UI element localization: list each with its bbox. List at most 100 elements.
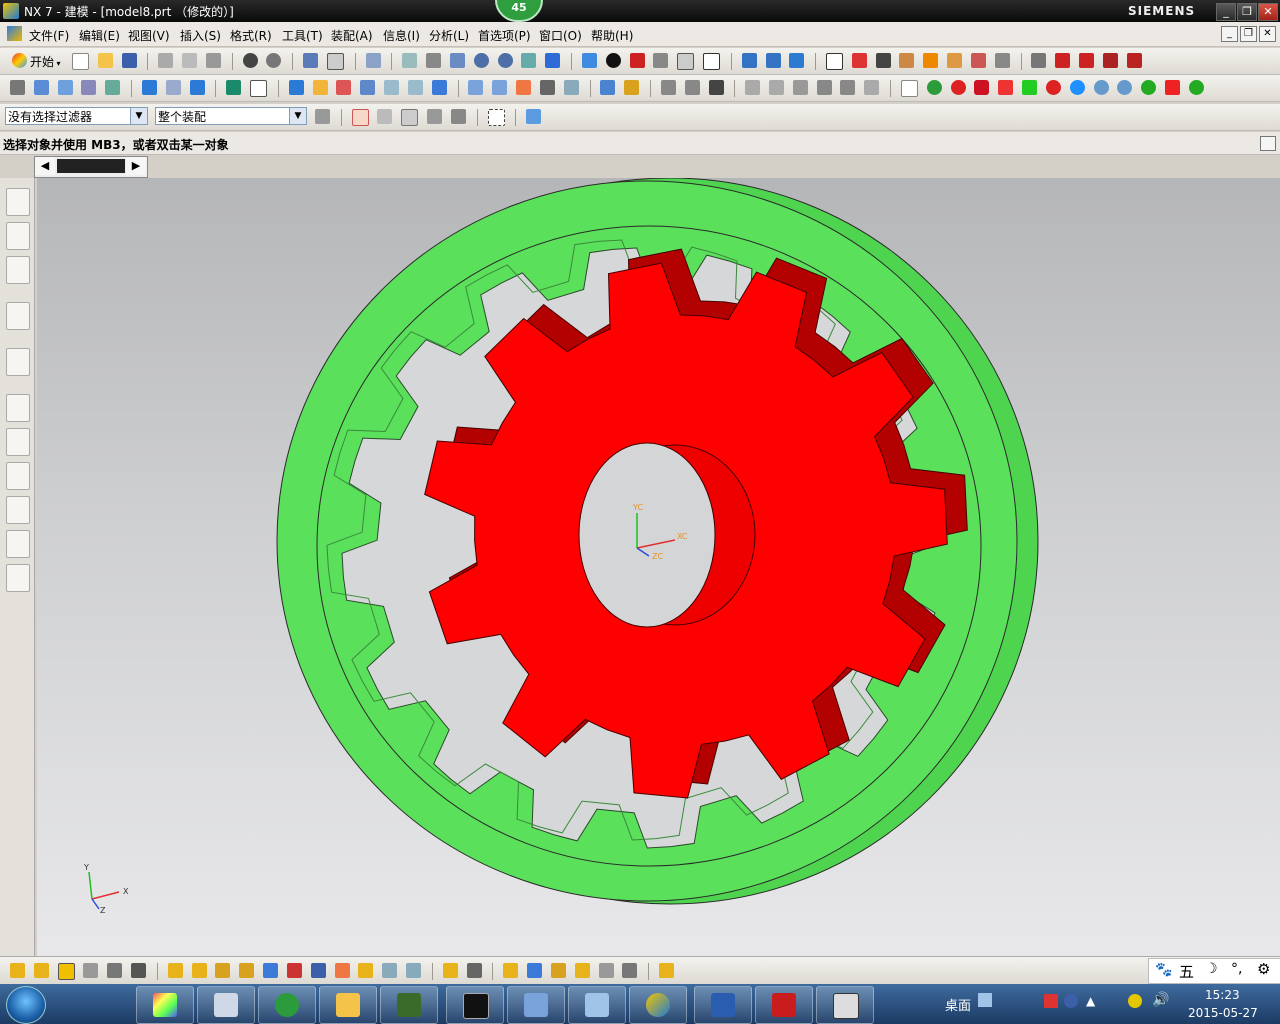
ring-icon[interactable] <box>1069 80 1085 95</box>
through-curves-icon[interactable] <box>768 80 784 95</box>
menu-window[interactable]: 窗口(O) <box>539 27 582 44</box>
sweep-icon[interactable] <box>105 80 121 95</box>
new-file-icon[interactable] <box>72 53 89 70</box>
menu-format[interactable]: 格式(R) <box>230 27 272 44</box>
chamfer-icon[interactable] <box>384 80 400 95</box>
reset-filter-icon[interactable] <box>377 109 393 124</box>
thicken-icon[interactable] <box>539 80 555 95</box>
rectangle-select-icon[interactable] <box>487 109 505 126</box>
paste-icon[interactable] <box>205 53 221 68</box>
taskbar-app-paint[interactable] <box>136 986 194 1024</box>
mirror-icon[interactable] <box>492 80 508 95</box>
undo-icon[interactable] <box>242 53 258 68</box>
unite-icon[interactable] <box>288 80 304 95</box>
edge-filter-icon[interactable] <box>427 109 443 124</box>
deformable-icon[interactable] <box>382 963 398 978</box>
tray-image-icon[interactable] <box>1044 994 1058 1008</box>
filter-icon[interactable] <box>574 963 590 978</box>
body-filter-icon[interactable] <box>450 109 466 124</box>
bevel-gear-icon[interactable] <box>1165 80 1181 95</box>
mate-icon[interactable] <box>83 963 99 978</box>
part-navigator-icon[interactable] <box>6 256 30 284</box>
wcs-icon[interactable] <box>703 53 721 70</box>
helix-icon[interactable] <box>684 80 700 95</box>
taskbar-app-word[interactable] <box>694 986 752 1024</box>
display-parent-icon[interactable] <box>442 963 458 978</box>
scale-icon[interactable] <box>563 80 579 95</box>
extension-icon[interactable] <box>864 80 880 95</box>
arrangement-icon[interactable] <box>263 963 279 978</box>
menu-view[interactable]: 视图(V) <box>128 27 170 44</box>
curve-icon[interactable] <box>1055 53 1071 68</box>
promote-icon[interactable] <box>406 963 422 978</box>
redo-icon[interactable] <box>266 53 282 68</box>
block-icon[interactable] <box>994 53 1010 68</box>
measure-body-icon[interactable] <box>947 53 963 68</box>
intersect-body-icon[interactable] <box>336 80 352 95</box>
measure-icon[interactable] <box>899 53 915 68</box>
offset-icon[interactable] <box>516 80 532 95</box>
intersect-icon[interactable] <box>1079 53 1095 68</box>
shaded-icon[interactable] <box>581 53 597 68</box>
section-icon[interactable] <box>629 53 645 68</box>
graphics-window[interactable]: YC XC ZC Y X Z <box>37 178 1280 956</box>
red-gear-icon[interactable] <box>950 80 966 95</box>
constraint-icon[interactable] <box>131 963 147 978</box>
web-browser-icon[interactable] <box>6 348 30 376</box>
clock-date[interactable]: 2015-05-27 <box>1188 1006 1258 1020</box>
reposition-icon[interactable] <box>107 963 123 978</box>
taskbar-app-generic[interactable] <box>568 986 626 1024</box>
menu-insert[interactable]: 插入(S) <box>180 27 221 44</box>
revolve-icon[interactable] <box>81 80 97 95</box>
sew-icon[interactable] <box>816 80 832 95</box>
menu-preferences[interactable]: 首选项(P) <box>478 27 531 44</box>
trim-icon[interactable] <box>1031 53 1047 68</box>
fit-icon[interactable] <box>402 53 418 68</box>
desktop-icon[interactable] <box>978 993 992 1007</box>
view-scroll-strip[interactable]: ◀ ▶ <box>34 156 148 178</box>
pad-icon[interactable] <box>189 80 205 95</box>
pattern-component-icon[interactable] <box>358 963 374 978</box>
type-filter-icon[interactable] <box>351 109 369 126</box>
blank-icon[interactable] <box>900 80 918 97</box>
show-only-icon[interactable] <box>503 963 519 978</box>
draft-icon[interactable] <box>431 80 447 95</box>
select-point-icon[interactable] <box>825 53 843 70</box>
process-studio-icon[interactable] <box>6 462 30 490</box>
chevron-left-icon[interactable]: ◀ <box>35 157 55 175</box>
assembly-icon[interactable] <box>226 80 242 95</box>
interference-icon[interactable] <box>622 963 638 978</box>
trim-body-icon[interactable] <box>600 80 616 95</box>
green-circle-icon[interactable] <box>926 80 942 95</box>
wave-icon[interactable] <box>708 80 724 95</box>
plus-icon[interactable] <box>1128 994 1142 1008</box>
roles-icon[interactable] <box>6 530 30 558</box>
hide-icon[interactable] <box>527 963 543 978</box>
pattern-icon[interactable] <box>468 80 484 95</box>
planet-gear-icon[interactable] <box>1188 80 1204 95</box>
snap-icon[interactable] <box>765 53 781 68</box>
zoom-icon[interactable] <box>449 53 465 68</box>
doc-close-button[interactable]: ✕ <box>1259 26 1276 42</box>
help-icon[interactable] <box>1064 994 1078 1008</box>
perspective-icon[interactable] <box>545 53 561 68</box>
patch-icon[interactable] <box>840 80 856 95</box>
mirror-assembly-icon[interactable] <box>334 963 350 978</box>
curve-tools-icon[interactable] <box>660 80 676 95</box>
menu-information[interactable]: 信息(I) <box>383 27 420 44</box>
navigator-icon[interactable] <box>10 80 25 95</box>
surface-icon[interactable] <box>745 80 761 95</box>
zone-icon[interactable] <box>550 963 566 978</box>
filter-settings-icon[interactable] <box>315 109 330 124</box>
boss-icon[interactable] <box>165 80 181 95</box>
start-orb-icon[interactable] <box>6 986 46 1024</box>
menu-file[interactable]: 文件(F) <box>29 27 69 44</box>
cut-icon[interactable] <box>158 53 174 68</box>
moon-icon[interactable]: ☽ <box>1205 961 1218 977</box>
assembly-navigator-icon[interactable] <box>6 188 30 216</box>
torus-icon[interactable] <box>1045 80 1061 95</box>
helical-gear-icon[interactable] <box>1141 80 1157 95</box>
selection-filter-dropdown[interactable]: 没有选择过滤器 ▼ <box>5 107 148 125</box>
mid-point-icon[interactable] <box>875 53 891 68</box>
taskbar-app-nx[interactable] <box>629 986 687 1024</box>
